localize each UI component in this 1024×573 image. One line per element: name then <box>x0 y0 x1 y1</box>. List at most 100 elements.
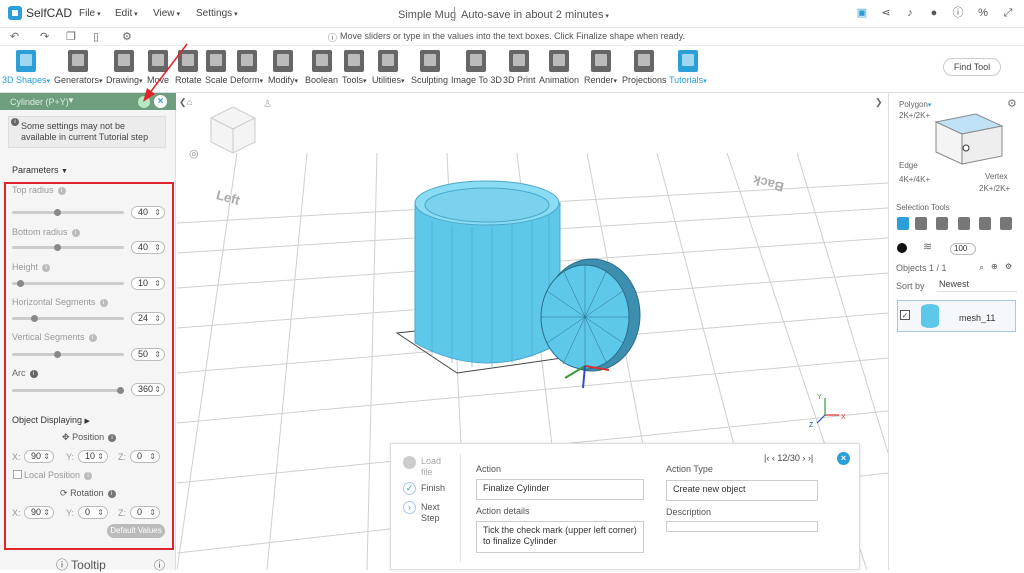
edge-mode-label[interactable]: Edge <box>899 161 918 170</box>
menu-file[interactable]: File <box>79 8 101 19</box>
description-value <box>666 521 818 532</box>
material-icon[interactable]: ≋ <box>923 240 932 253</box>
tool-image-to-3d[interactable]: Image To 3D <box>451 50 502 85</box>
autosave-status[interactable]: Auto-save in about 2 minutes <box>461 9 609 21</box>
percent-icon[interactable]: % <box>977 7 989 19</box>
object-visibility-checkbox[interactable]: ✓ <box>900 310 910 320</box>
orbit-icon[interactable]: ◎ <box>189 148 199 160</box>
tool-scale[interactable]: Scale <box>205 50 228 85</box>
hint-info-icon: ⓘ <box>328 33 338 43</box>
drawing-icon <box>114 50 135 72</box>
view-cube[interactable] <box>209 106 257 154</box>
modify-icon <box>273 50 294 72</box>
copy-icon[interactable]: ❐ <box>66 30 76 43</box>
select-paint-icon[interactable] <box>936 217 948 230</box>
title-separator <box>454 7 455 21</box>
action-type-label: Action Type <box>666 464 713 474</box>
render-icon <box>590 50 611 72</box>
finish-step-check-icon: ✓ <box>403 482 416 495</box>
action-type-value: Create new object <box>666 480 818 501</box>
tool-deform[interactable]: Deform <box>230 50 263 85</box>
cylinder-mesh[interactable] <box>414 180 561 367</box>
save-icon[interactable]: ▣ <box>856 7 868 19</box>
tool-generators[interactable]: Generators <box>54 50 103 85</box>
close-tutorial-icon[interactable]: × <box>837 452 850 465</box>
next-step-chevron-icon[interactable]: › <box>403 501 416 514</box>
menu-settings[interactable]: Settings <box>196 8 238 19</box>
info-icon[interactable]: ⓘ <box>952 7 964 19</box>
vertex-mode-label[interactable]: Vertex <box>985 172 1008 181</box>
tool-render[interactable]: Render <box>584 50 617 85</box>
panel-title[interactable]: Cylinder (P+Y) <box>10 97 69 107</box>
step-counter: 12/30 <box>777 453 800 463</box>
selection-mode-cube[interactable] <box>930 108 1006 172</box>
tool-tools[interactable]: Tools <box>342 50 367 85</box>
image-to-3d-icon <box>466 50 487 72</box>
tool-utilities[interactable]: Utilities <box>372 50 405 85</box>
tool-modify[interactable]: Modify <box>268 50 298 85</box>
polygon-mode-label[interactable]: Polygon▾ <box>899 100 931 109</box>
tool-tutorials[interactable]: Tutorials <box>669 50 707 85</box>
document-title[interactable]: Simple Mug <box>398 9 456 21</box>
last-step-icon[interactable]: ›| <box>808 453 813 463</box>
menu-view[interactable]: View <box>153 8 180 19</box>
selection-settings-gear-icon[interactable]: ⚙ <box>1007 97 1017 110</box>
object-settings-icon[interactable]: ⚙ <box>1005 262 1012 271</box>
step-load-file: Load file <box>421 456 442 477</box>
app-logo[interactable]: SelfCAD <box>8 6 72 20</box>
generators-icon <box>68 50 89 72</box>
tool-3d-shapes[interactable]: 3D Shapes <box>2 50 50 85</box>
undo-icon[interactable]: ↶ <box>10 30 19 43</box>
tutorial-divider <box>460 454 461 562</box>
select-connected-icon[interactable] <box>979 217 991 230</box>
tools-icon <box>344 50 365 72</box>
sort-by-select[interactable]: Newest <box>937 279 1017 292</box>
tool-boolean[interactable]: Boolean <box>305 50 338 85</box>
menu-edit[interactable]: Edit <box>115 8 138 19</box>
action-details-value: Tick the check mark (upper left corner) … <box>476 521 644 553</box>
notification-bell-icon[interactable]: ♪ <box>904 7 916 19</box>
color-swatch-icon[interactable] <box>897 243 907 253</box>
opacity-input[interactable]: 100 <box>950 243 976 255</box>
tutorials-icon <box>677 50 698 72</box>
object-tools-icon[interactable]: ⊕ <box>991 262 998 271</box>
action-value: Finalize Cylinder <box>476 479 644 500</box>
tool-3d-print[interactable]: 3D Print <box>503 50 536 85</box>
select-invert-icon[interactable] <box>1000 217 1012 230</box>
axis-x-label: X <box>841 414 846 421</box>
axis-y-label: Y <box>817 394 822 401</box>
warning-info-icon: i <box>11 118 19 126</box>
tool-sculpting[interactable]: Sculpting <box>411 50 448 85</box>
objects-count: Objects 1 / 1 <box>896 263 947 273</box>
select-lasso-icon[interactable] <box>915 217 927 230</box>
select-box-icon[interactable] <box>897 217 909 230</box>
redo-icon[interactable]: ↷ <box>40 30 49 43</box>
delete-icon[interactable]: ▯ <box>93 30 99 43</box>
object-list-item[interactable] <box>897 300 1016 332</box>
step-next[interactable]: Next Step <box>421 502 445 524</box>
next-step-icon[interactable]: › <box>802 453 805 463</box>
user-icon[interactable]: ● <box>928 7 940 19</box>
fullscreen-icon[interactable]: ⤢ <box>1002 7 1014 19</box>
share-icon[interactable]: ⋖ <box>880 7 892 19</box>
cube-icon <box>16 50 37 72</box>
search-objects-icon[interactable]: ⌕ <box>979 262 984 273</box>
light-icon[interactable]: ♙ <box>263 99 272 110</box>
hint-text: Move sliders or type in the values into … <box>340 31 686 41</box>
find-tool-button[interactable]: Find Tool <box>943 58 1001 76</box>
first-step-icon[interactable]: |‹ <box>764 453 769 463</box>
parameters-heading[interactable]: Parameters ▼ <box>12 165 68 175</box>
panel-title-chevron-icon[interactable]: ▼ <box>67 96 75 105</box>
tool-animation[interactable]: Animation <box>539 50 579 85</box>
highlight-box <box>4 182 174 550</box>
tooltip-toggle-icon[interactable]: ⓘ <box>154 557 165 573</box>
settings-gear-icon[interactable]: ⚙ <box>122 30 132 43</box>
select-loop-icon[interactable] <box>958 217 970 230</box>
annotation-arrow <box>143 43 188 102</box>
action-label: Action <box>476 464 502 474</box>
expand-panel-icon[interactable]: ❯ <box>875 97 883 108</box>
tool-projections[interactable]: Projections <box>622 50 667 85</box>
object-name[interactable]: mesh_11 <box>959 313 995 323</box>
prev-step-icon[interactable]: ‹ <box>772 453 775 463</box>
tooltip-heading[interactable]: ⓘ Tooltip <box>56 556 106 573</box>
